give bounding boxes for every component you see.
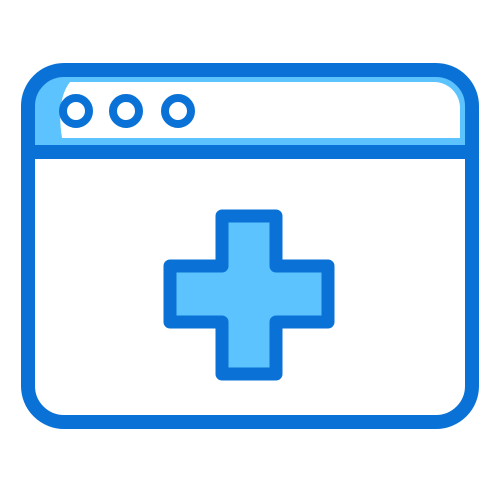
medical-browser-window-icon — [21, 63, 479, 429]
window-dot-icon — [161, 94, 195, 128]
window-dot-icon — [109, 94, 143, 128]
window-dots — [59, 94, 195, 128]
window-dot-icon — [59, 94, 93, 128]
icon-canvas — [0, 0, 500, 500]
